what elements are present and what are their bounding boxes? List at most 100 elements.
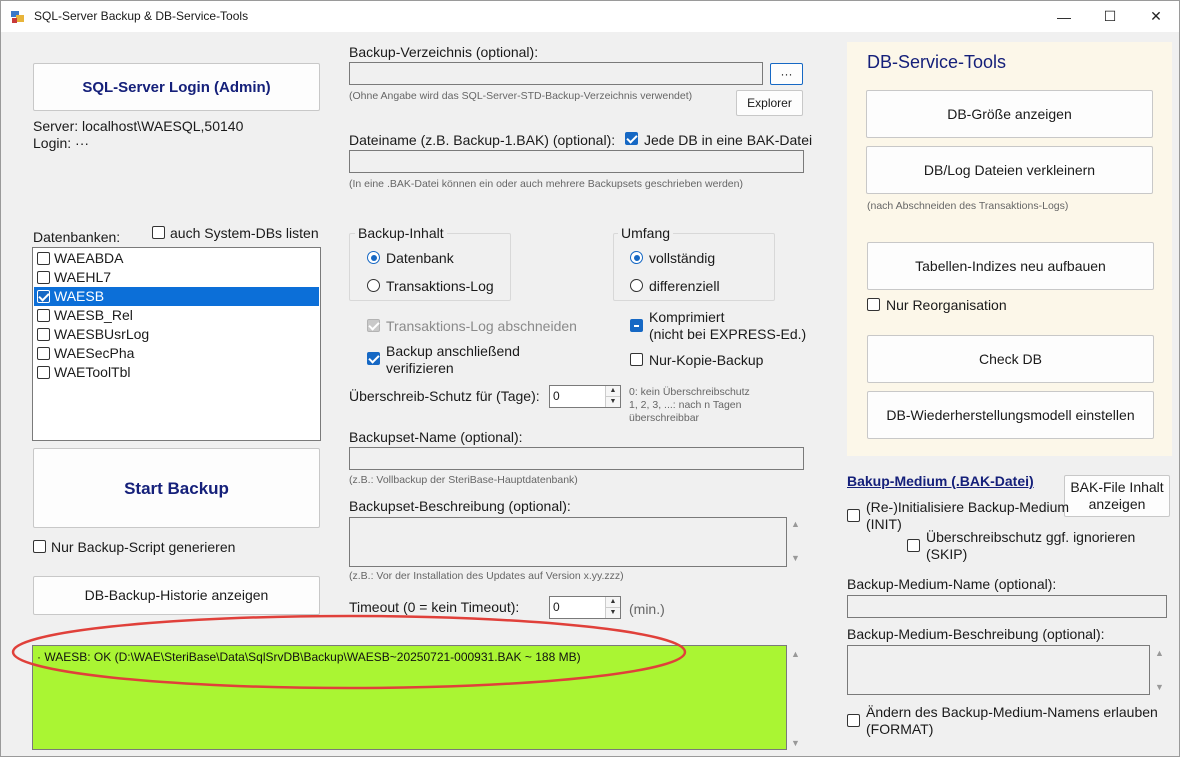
log-line: · WAESB: OK (D:\WAE\SteriBase\Data\SqlSr… xyxy=(37,650,581,664)
scope-diff-radio[interactable] xyxy=(630,279,643,292)
maximize-icon: ☐ xyxy=(1103,8,1117,24)
list-item[interactable]: WAEHL7 xyxy=(34,268,319,287)
set-desc-input[interactable] xyxy=(349,517,787,567)
list-item-selected[interactable]: WAESB xyxy=(34,287,319,306)
verify-checkbox[interactable] xyxy=(367,352,380,365)
set-name-input[interactable] xyxy=(349,447,804,470)
db-checkbox[interactable] xyxy=(37,347,50,360)
timeout-stepper[interactable]: 0 ▲ ▼ xyxy=(549,596,621,619)
overwrite-hint-2: 1, 2, 3, ...: nach n Tagen xyxy=(629,399,742,411)
db-checkbox[interactable] xyxy=(37,271,50,284)
scroll-up-icon[interactable]: ▲ xyxy=(1155,648,1164,658)
list-item[interactable]: WAESB_Rel xyxy=(34,306,319,325)
overwrite-hint-3: überschreibbar xyxy=(629,412,700,424)
medium-name-input[interactable] xyxy=(847,595,1167,618)
server-info: Server: localhost\WAESQL,50140 xyxy=(33,118,244,134)
reorg-only-label: Nur Reorganisation xyxy=(886,297,1007,313)
db-size-button[interactable]: DB-Größe anzeigen xyxy=(866,90,1153,138)
list-item[interactable]: WAESBUsrLog xyxy=(34,325,319,344)
system-dbs-checkbox[interactable] xyxy=(152,226,165,239)
compressed-sublabel: (nicht bei EXPRESS-Ed.) xyxy=(649,326,807,342)
compressed-label: Komprimiert xyxy=(649,309,725,325)
close-icon: ✕ xyxy=(1150,8,1162,24)
spin-up-icon[interactable]: ▲ xyxy=(605,597,620,608)
database-list[interactable]: WAEABDA WAEHL7 WAESB WAESB_Rel WAESBUsrL… xyxy=(32,247,321,441)
content-log-label: Transaktions-Log xyxy=(386,278,494,294)
db-checkbox[interactable] xyxy=(37,366,50,379)
init-medium-label: (Re-)Initialisiere Backup-Medium xyxy=(866,499,1070,515)
scope-full-radio[interactable] xyxy=(630,251,643,264)
spin-up-icon[interactable]: ▲ xyxy=(605,386,620,397)
db-name: WAESecPha xyxy=(54,345,135,361)
shrink-hint: (nach Abschneiden des Transaktions-Logs) xyxy=(867,200,1069,212)
close-button[interactable]: ✕ xyxy=(1133,1,1179,32)
system-dbs-label: auch System-DBs listen xyxy=(170,225,319,241)
app-window: SQL-Server Backup & DB-Service-Tools — ☐… xyxy=(0,0,1180,757)
medium-desc-label: Backup-Medium-Beschreibung (optional): xyxy=(847,626,1105,642)
scroll-up-icon[interactable]: ▲ xyxy=(791,519,800,529)
maximize-button[interactable]: ☐ xyxy=(1087,1,1133,32)
backup-dir-input[interactable] xyxy=(349,62,763,85)
sql-login-button[interactable]: SQL-Server Login (Admin) xyxy=(33,63,320,111)
script-only-checkbox[interactable] xyxy=(33,540,46,553)
db-checkbox[interactable] xyxy=(37,290,50,303)
spin-down-icon[interactable]: ▼ xyxy=(605,396,620,407)
backup-dir-label: Backup-Verzeichnis (optional): xyxy=(349,44,539,60)
truncate-log-checkbox[interactable] xyxy=(367,319,380,332)
verify-label: Backup anschließend xyxy=(386,343,520,359)
set-name-label: Backupset-Name (optional): xyxy=(349,429,523,445)
list-item[interactable]: WAESecPha xyxy=(34,344,319,363)
content-log-radio[interactable] xyxy=(367,279,380,292)
scope-diff-label: differenziell xyxy=(649,278,720,294)
init-medium-sublabel: (INIT) xyxy=(866,516,902,532)
scroll-down-icon[interactable]: ▼ xyxy=(791,738,800,748)
truncate-log-label: Transaktions-Log abschneiden xyxy=(386,318,577,334)
list-item[interactable]: WAEToolTbl xyxy=(34,363,319,382)
service-tools-title: DB-Service-Tools xyxy=(867,52,1007,72)
explorer-button[interactable]: Explorer xyxy=(736,90,803,116)
skip-checkbox[interactable] xyxy=(907,539,920,552)
timeout-value: 0 xyxy=(553,600,560,614)
content-db-label: Datenbank xyxy=(386,250,454,266)
overwrite-hint-1: 0: kein Überschreibschutz xyxy=(629,386,750,398)
db-name: WAESB_Rel xyxy=(54,307,133,323)
medium-desc-input[interactable] xyxy=(847,645,1150,695)
browse-button[interactable]: ··· xyxy=(770,63,803,85)
window-title: SQL-Server Backup & DB-Service-Tools xyxy=(34,9,249,23)
list-item[interactable]: WAEABDA xyxy=(34,249,319,268)
scroll-down-icon[interactable]: ▼ xyxy=(1155,682,1164,692)
content-db-radio[interactable] xyxy=(367,251,380,264)
minimize-button[interactable]: — xyxy=(1041,1,1087,32)
db-checkbox[interactable] xyxy=(37,252,50,265)
each-db-checkbox[interactable] xyxy=(625,132,638,145)
overwrite-label: Überschreib-Schutz für (Tage): xyxy=(349,388,540,404)
init-medium-checkbox[interactable] xyxy=(847,509,860,522)
check-db-button[interactable]: Check DB xyxy=(867,335,1154,383)
bak-file-info-button[interactable]: BAK-File Inhalt anzeigen xyxy=(1064,475,1170,517)
result-log[interactable]: · WAESB: OK (D:\WAE\SteriBase\Data\SqlSr… xyxy=(32,645,787,750)
recovery-model-button[interactable]: DB-Wiederherstellungsmodell einstellen xyxy=(867,391,1154,439)
rebuild-indexes-button[interactable]: Tabellen-Indizes neu aufbauen xyxy=(867,242,1154,290)
db-name: WAESBUsrLog xyxy=(54,326,150,342)
content-group-title: Backup-Inhalt xyxy=(355,225,447,241)
backup-history-button[interactable]: DB-Backup-Historie anzeigen xyxy=(33,576,320,615)
scope-full-label: vollständig xyxy=(649,250,716,266)
db-checkbox[interactable] xyxy=(37,309,50,322)
format-checkbox[interactable] xyxy=(847,714,860,727)
reorg-only-checkbox[interactable] xyxy=(867,298,880,311)
overwrite-days-value: 0 xyxy=(553,389,560,403)
set-desc-label: Backupset-Beschreibung (optional): xyxy=(349,498,571,514)
databases-label: Datenbanken: xyxy=(33,229,121,245)
filename-hint: (In eine .BAK-Datei können ein oder auch… xyxy=(349,178,743,190)
shrink-files-button[interactable]: DB/Log Dateien verkleinern xyxy=(866,146,1153,194)
filename-input[interactable] xyxy=(349,150,804,173)
spin-down-icon[interactable]: ▼ xyxy=(605,607,620,618)
compressed-checkbox[interactable] xyxy=(630,319,643,332)
scroll-down-icon[interactable]: ▼ xyxy=(791,553,800,563)
scroll-up-icon[interactable]: ▲ xyxy=(791,649,800,659)
db-checkbox[interactable] xyxy=(37,328,50,341)
start-backup-button[interactable]: Start Backup xyxy=(33,448,320,528)
overwrite-days-stepper[interactable]: 0 ▲ ▼ xyxy=(549,385,621,408)
copy-only-checkbox[interactable] xyxy=(630,353,643,366)
timeout-unit: (min.) xyxy=(629,601,665,617)
